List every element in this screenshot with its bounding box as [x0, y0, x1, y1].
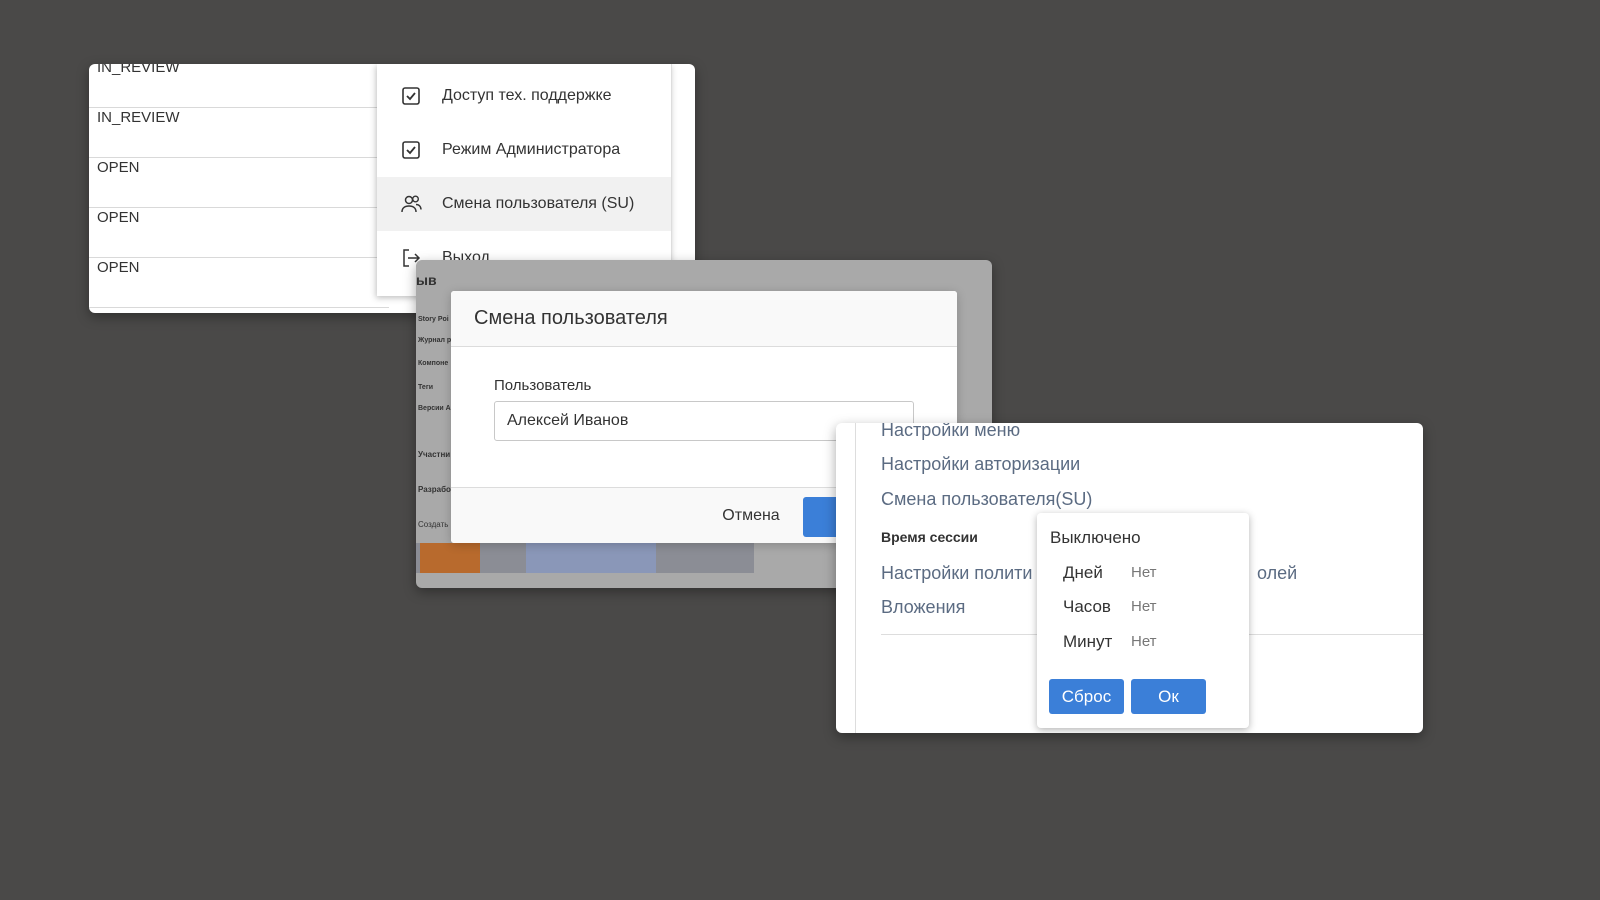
menu-item-admin-mode[interactable]: Режим Администратора: [377, 123, 671, 177]
background-label: Участни: [418, 450, 451, 459]
status-text: IN_REVIEW: [97, 64, 180, 76]
background-label: Теги: [418, 384, 434, 391]
background-label: Разрабо: [418, 485, 451, 494]
duration-value[interactable]: Нет: [1131, 633, 1157, 650]
duration-days-row[interactable]: Дней Нет: [1063, 563, 1233, 587]
status-row[interactable]: OPEN: [89, 158, 389, 208]
background-label: Story Poi: [418, 316, 449, 323]
status-row[interactable]: IN_REVIEW: [89, 64, 389, 108]
status-text: OPEN: [97, 209, 140, 226]
dialog-title: Смена пользователя: [451, 291, 957, 347]
menu-item-label: Смена пользователя (SU): [442, 195, 635, 212]
menu-item-label: Доступ тех. поддержке: [442, 87, 612, 104]
settings-link-policy[interactable]: Настройки полити: [881, 563, 1032, 584]
settings-link-switch-user[interactable]: Смена пользователя(SU): [881, 489, 1092, 510]
checkbox-checked-icon[interactable]: [400, 85, 422, 107]
status-row[interactable]: OPEN: [89, 258, 389, 308]
background-illustration: [416, 543, 754, 573]
settings-link-policy-end[interactable]: олей: [1257, 563, 1297, 584]
status-text: OPEN: [97, 159, 140, 176]
background-label: Компоне: [418, 360, 449, 367]
background-heading: ыв: [416, 272, 437, 288]
user-field-label: Пользователь: [494, 377, 592, 394]
settings-link-authorization[interactable]: Настройки авторизации: [881, 454, 1080, 475]
settings-link-attachments[interactable]: Вложения: [881, 597, 965, 618]
reset-button[interactable]: Сброс: [1049, 679, 1124, 714]
status-row[interactable]: OPEN: [89, 208, 389, 258]
session-time-popup: Выключено Дней Нет Часов Нет Минут Нет С…: [1037, 513, 1249, 728]
checkbox-checked-icon[interactable]: [400, 139, 422, 161]
duration-label: Минут: [1063, 632, 1113, 651]
menu-item-label: Режим Администратора: [442, 141, 621, 158]
settings-link-menu[interactable]: Настройки меню: [881, 423, 1020, 441]
status-text: IN_REVIEW: [97, 109, 180, 126]
duration-value[interactable]: Нет: [1131, 598, 1157, 615]
duration-hours-row[interactable]: Часов Нет: [1063, 597, 1233, 621]
background-label: Журнал р: [418, 337, 452, 344]
duration-label: Часов: [1063, 597, 1111, 616]
duration-label: Дней: [1063, 563, 1103, 582]
cancel-button[interactable]: Отмена: [711, 502, 791, 530]
duration-minutes-row[interactable]: Минут Нет: [1063, 632, 1233, 656]
settings-panel: Настройки меню Настройки авторизации Сме…: [836, 423, 1423, 733]
menu-item-switch-user[interactable]: Смена пользователя (SU): [377, 177, 671, 231]
session-status: Выключено: [1050, 528, 1141, 547]
user-select-value: Алексей Иванов: [507, 412, 629, 429]
background-label: Версии А: [418, 405, 451, 412]
duration-value[interactable]: Нет: [1131, 564, 1157, 581]
menu-item-support-access[interactable]: Доступ тех. поддержке: [377, 69, 671, 123]
session-time-label: Время сессии: [881, 529, 978, 545]
status-row[interactable]: IN_REVIEW: [89, 108, 389, 158]
users-icon: [400, 193, 422, 215]
background-create-link: Создать: [418, 520, 449, 529]
ok-button[interactable]: Ок: [1131, 679, 1206, 714]
status-text: OPEN: [97, 259, 140, 276]
